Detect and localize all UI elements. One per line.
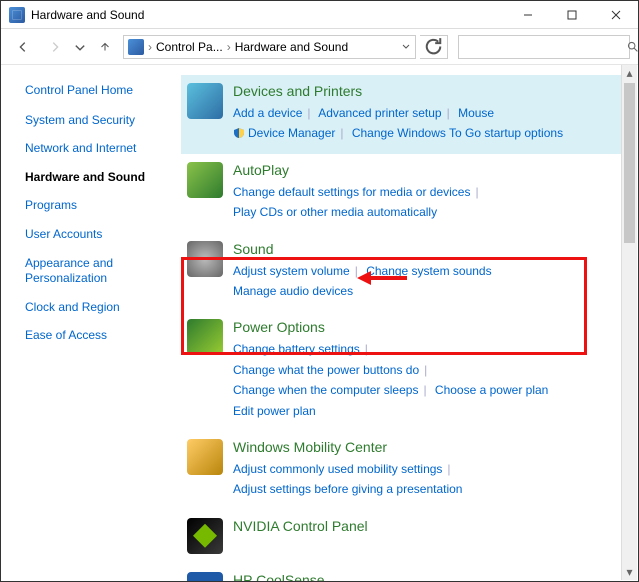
search-input[interactable] bbox=[459, 40, 626, 54]
sidebar-item-network-internet[interactable]: Network and Internet bbox=[25, 141, 169, 157]
forward-button[interactable] bbox=[41, 33, 69, 61]
sidebar-item-hardware-sound[interactable]: Hardware and Sound bbox=[25, 170, 169, 186]
link-manage-audio-devices[interactable]: Manage audio devices bbox=[233, 284, 353, 298]
link-adjust-volume[interactable]: Adjust system volume bbox=[233, 264, 350, 278]
link-change-system-sounds[interactable]: Change system sounds bbox=[366, 264, 491, 278]
autoplay-icon bbox=[187, 162, 223, 198]
breadcrumb-current[interactable]: Hardware and Sound bbox=[235, 40, 348, 54]
address-bar[interactable]: › Control Pa... › Hardware and Sound bbox=[123, 35, 416, 59]
link-device-manager[interactable]: Device Manager bbox=[248, 126, 335, 140]
mobility-center-icon bbox=[187, 439, 223, 475]
control-panel-icon bbox=[128, 39, 144, 55]
sidebar-item-clock-region[interactable]: Clock and Region bbox=[25, 300, 169, 316]
nav-bar: › Control Pa... › Hardware and Sound bbox=[1, 29, 638, 65]
minimize-button[interactable] bbox=[506, 1, 550, 29]
vertical-scrollbar[interactable]: ▴ ▾ bbox=[621, 65, 637, 580]
recent-locations-button[interactable] bbox=[73, 33, 87, 61]
scrollbar-thumb[interactable] bbox=[624, 83, 635, 243]
link-change-default-media[interactable]: Change default settings for media or dev… bbox=[233, 185, 470, 199]
section-title-power[interactable]: Power Options bbox=[233, 319, 620, 335]
section-devices-printers: Devices and Printers Add a device| Advan… bbox=[181, 75, 630, 154]
link-choose-power-plan[interactable]: Choose a power plan bbox=[435, 383, 548, 397]
close-button[interactable] bbox=[594, 1, 638, 29]
refresh-button[interactable] bbox=[420, 35, 448, 59]
titlebar: Hardware and Sound bbox=[1, 1, 638, 29]
control-panel-icon bbox=[9, 7, 25, 23]
back-button[interactable] bbox=[9, 33, 37, 61]
coolsense-icon bbox=[187, 572, 223, 581]
link-edit-power-plan[interactable]: Edit power plan bbox=[233, 404, 316, 418]
sidebar-item-appearance[interactable]: Appearance and Personalization bbox=[25, 256, 169, 287]
maximize-button[interactable] bbox=[550, 1, 594, 29]
link-windows-to-go[interactable]: Change Windows To Go startup options bbox=[352, 126, 563, 140]
sound-icon bbox=[187, 241, 223, 277]
nvidia-icon bbox=[187, 518, 223, 554]
content-pane: Devices and Printers Add a device| Advan… bbox=[181, 65, 638, 581]
links-mobility: Adjust commonly used mobility settings| … bbox=[233, 459, 620, 500]
sidebar: Control Panel Home System and Security N… bbox=[1, 65, 181, 581]
scroll-down-button[interactable]: ▾ bbox=[622, 564, 637, 580]
chevron-right-icon[interactable]: › bbox=[227, 40, 231, 54]
section-power-options: Power Options Change battery settings| C… bbox=[181, 311, 630, 431]
sidebar-item-ease-of-access[interactable]: Ease of Access bbox=[25, 328, 169, 344]
up-button[interactable] bbox=[91, 33, 119, 61]
link-play-cds[interactable]: Play CDs or other media automatically bbox=[233, 205, 437, 219]
sidebar-item-home[interactable]: Control Panel Home bbox=[25, 83, 169, 99]
section-title-autoplay[interactable]: AutoPlay bbox=[233, 162, 620, 178]
breadcrumb-root[interactable]: Control Pa... bbox=[156, 40, 223, 54]
section-nvidia: NVIDIA Control Panel bbox=[181, 510, 630, 564]
devices-printers-icon bbox=[187, 83, 223, 119]
link-change-battery-settings[interactable]: Change battery settings bbox=[233, 342, 360, 356]
link-mouse[interactable]: Mouse bbox=[458, 106, 494, 120]
links-sound: Adjust system volume| Change system soun… bbox=[233, 261, 620, 302]
shield-icon bbox=[233, 127, 245, 139]
window-title: Hardware and Sound bbox=[31, 8, 144, 22]
section-sound: Sound Adjust system volume| Change syste… bbox=[181, 233, 630, 312]
section-title-coolsense[interactable]: HP CoolSense bbox=[233, 572, 620, 581]
address-dropdown-icon[interactable] bbox=[401, 40, 411, 54]
power-options-icon bbox=[187, 319, 223, 355]
chevron-right-icon[interactable]: › bbox=[148, 40, 152, 54]
section-title-sound[interactable]: Sound bbox=[233, 241, 620, 257]
link-computer-sleeps[interactable]: Change when the computer sleeps bbox=[233, 383, 418, 397]
sidebar-item-system-security[interactable]: System and Security bbox=[25, 113, 169, 129]
section-mobility-center: Windows Mobility Center Adjust commonly … bbox=[181, 431, 630, 510]
section-coolsense: HP CoolSense bbox=[181, 564, 630, 581]
links-devices: Add a device| Advanced printer setup| Mo… bbox=[233, 103, 620, 144]
section-title-nvidia[interactable]: NVIDIA Control Panel bbox=[233, 518, 620, 534]
sidebar-item-user-accounts[interactable]: User Accounts bbox=[25, 227, 169, 243]
sidebar-item-programs[interactable]: Programs bbox=[25, 198, 169, 214]
link-advanced-printer-setup[interactable]: Advanced printer setup bbox=[318, 106, 441, 120]
link-power-buttons[interactable]: Change what the power buttons do bbox=[233, 363, 419, 377]
section-title-mobility[interactable]: Windows Mobility Center bbox=[233, 439, 620, 455]
search-icon[interactable] bbox=[626, 40, 639, 53]
section-autoplay: AutoPlay Change default settings for med… bbox=[181, 154, 630, 233]
link-presentation-settings[interactable]: Adjust settings before giving a presenta… bbox=[233, 482, 462, 496]
search-box[interactable] bbox=[458, 35, 630, 59]
links-autoplay: Change default settings for media or dev… bbox=[233, 182, 620, 223]
links-power: Change battery settings| Change what the… bbox=[233, 339, 620, 421]
section-title-devices[interactable]: Devices and Printers bbox=[233, 83, 620, 99]
scroll-up-button[interactable]: ▴ bbox=[622, 65, 637, 81]
link-add-device[interactable]: Add a device bbox=[233, 106, 302, 120]
link-adjust-mobility[interactable]: Adjust commonly used mobility settings bbox=[233, 462, 442, 476]
